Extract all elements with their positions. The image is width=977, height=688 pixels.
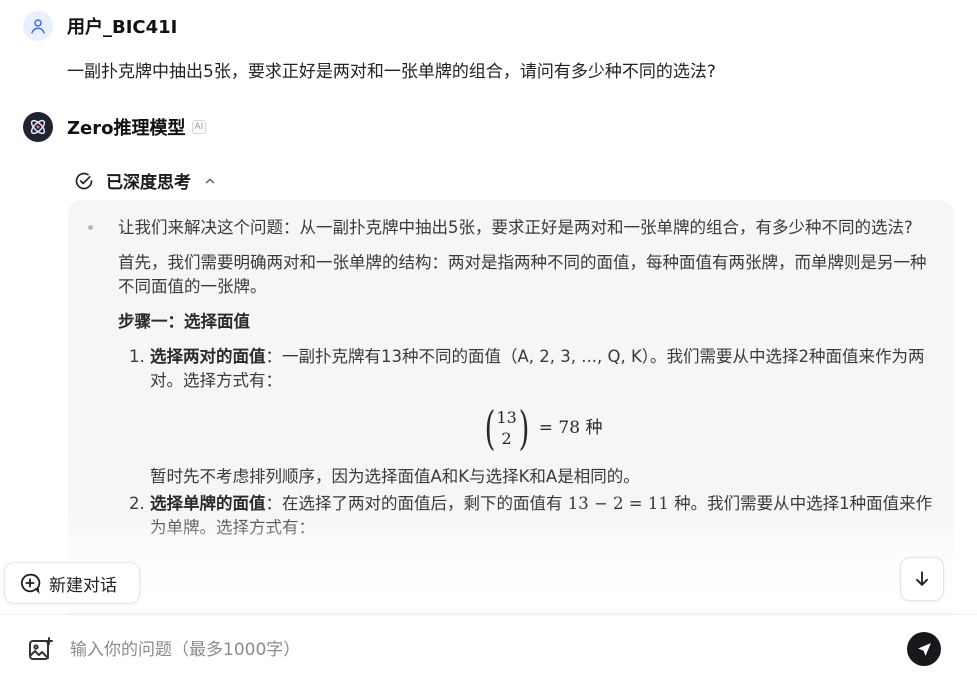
step-list-item: 选择单牌的面值：在选择了两对的面值后，剩下的面值有 13 − 2 = 11 种。… xyxy=(150,492,933,540)
image-upload-button[interactable] xyxy=(26,635,56,665)
thinking-paragraph: 让我们来解决这个问题：从一副扑克牌中抽出5张，要求正好是两对和一张单牌的组合，有… xyxy=(118,218,913,237)
user-icon xyxy=(31,19,45,34)
assistant-avatar xyxy=(23,112,53,142)
chat-input[interactable] xyxy=(70,633,870,667)
chat-input-bar xyxy=(0,615,977,688)
user-avatar xyxy=(23,11,53,41)
new-chat-label: 新建对话 xyxy=(49,575,117,596)
chat-page: 用户_BIC41I 一副扑克牌中抽出5张，要求正好是两对和一张单牌的组合，请问有… xyxy=(0,0,977,688)
atom-logo-icon xyxy=(30,119,46,135)
user-name: 用户_BIC41I xyxy=(67,17,178,38)
send-button[interactable] xyxy=(907,632,941,666)
arrow-down-icon xyxy=(916,571,928,586)
check-circle-icon xyxy=(75,172,93,189)
step-item-title: 选择两对的面值 xyxy=(150,347,266,366)
thinking-bullet xyxy=(88,225,93,230)
ai-badge: AI xyxy=(191,120,207,134)
thinking-panel: 让我们来解决这个问题：从一副扑克牌中抽出5张，要求正好是两对和一张单牌的组合，有… xyxy=(68,200,954,630)
thinking-content: 让我们来解决这个问题：从一副扑克牌中抽出5张，要求正好是两对和一张单牌的组合，有… xyxy=(118,216,933,540)
math-formula: ( 13 2 ) = 78 种 xyxy=(150,395,933,461)
chevron-up-icon xyxy=(203,174,217,188)
scroll-to-bottom-button[interactable] xyxy=(900,557,944,601)
step-item-text: ：一副扑克牌有13种不同的面值（A, 2, 3, ..., Q, K）。我们需要… xyxy=(150,347,925,390)
step-list: 选择两对的面值：一副扑克牌有13种不同的面值（A, 2, 3, ..., Q, … xyxy=(150,345,933,540)
step-item-text: ：在选择了两对的面值后，剩下的面值有 xyxy=(265,494,568,513)
step-item-note: 暂时先不考虑排列顺序，因为选择面值A和K与选择K和A是相同的。 xyxy=(150,467,640,486)
send-icon xyxy=(917,642,931,656)
assistant-message-header: Zero推理模型 AI xyxy=(23,112,207,142)
thinking-toggle[interactable]: 已深度思考 xyxy=(74,168,217,193)
new-chat-button[interactable]: 新建对话 xyxy=(4,562,140,604)
binomial-coefficient: ( 13 2 ) xyxy=(484,401,530,455)
step-item-title: 选择单牌的面值 xyxy=(150,494,266,513)
image-icon xyxy=(29,637,53,660)
thinking-label: 已深度思考 xyxy=(106,173,191,193)
binomial-bottom: 2 xyxy=(501,429,512,448)
assistant-name: Zero推理模型 xyxy=(67,118,186,139)
new-chat-icon xyxy=(20,573,41,594)
user-question-text: 一副扑克牌中抽出5张，要求正好是两对和一张单牌的组合，请问有多少种不同的选法? xyxy=(67,62,716,82)
binomial-top: 13 xyxy=(496,408,517,427)
math-result: = 78 种 xyxy=(538,418,603,438)
inline-math: 13 − 2 = 11 xyxy=(567,494,669,513)
step-list-item: 选择两对的面值：一副扑克牌有13种不同的面值（A, 2, 3, ..., Q, … xyxy=(150,345,933,489)
step-heading: 步骤一：选择面值 xyxy=(118,312,250,331)
user-message-header: 用户_BIC41I xyxy=(23,11,177,41)
thinking-paragraph: 首先，我们需要明确两对和一张单牌的结构：两对是指两种不同的面值，每种面值有两张牌… xyxy=(118,253,927,296)
